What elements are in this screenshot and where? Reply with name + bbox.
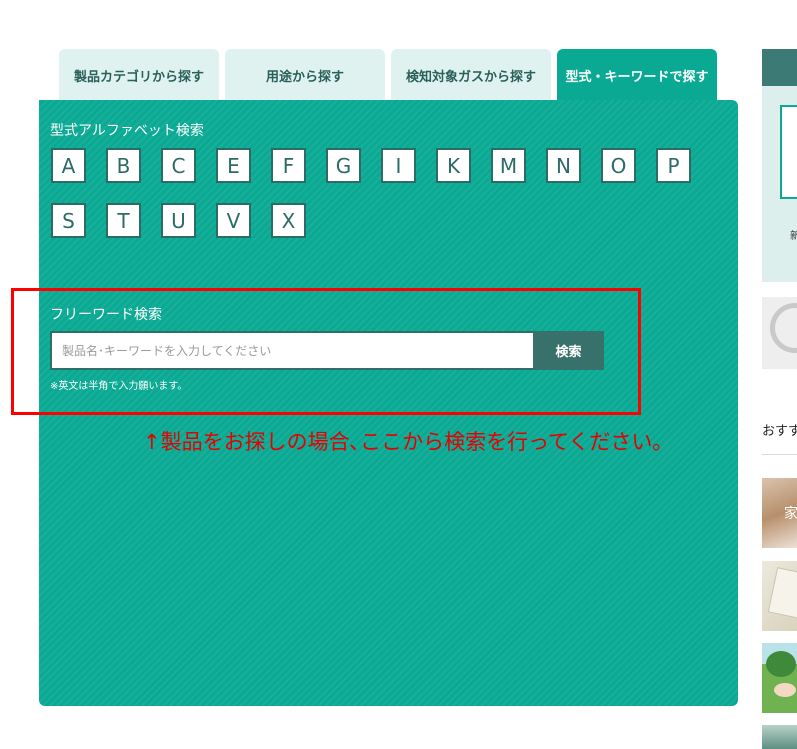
- tab-target-gas[interactable]: 検知対象ガスから探す: [391, 49, 551, 101]
- thumbnail-1-text: 家: [784, 506, 797, 522]
- letter-button-x[interactable]: X: [271, 203, 306, 238]
- search-button[interactable]: 検索: [533, 331, 604, 370]
- letter-button-u[interactable]: U: [161, 203, 196, 238]
- letter-button-g[interactable]: G: [326, 148, 361, 183]
- letter-button-s[interactable]: S: [51, 203, 86, 238]
- letter-button-i[interactable]: I: [381, 148, 416, 183]
- letter-button-f[interactable]: F: [271, 148, 306, 183]
- letter-button-k[interactable]: K: [436, 148, 471, 183]
- magnifier-icon: [770, 303, 797, 353]
- letter-button-v[interactable]: V: [216, 203, 251, 238]
- input-note: ※英文は半角で入力願います。: [50, 381, 188, 392]
- letter-button-p[interactable]: P: [656, 148, 691, 183]
- letter-button-t[interactable]: T: [106, 203, 141, 238]
- sidebar-banner-frame: [780, 105, 797, 199]
- thumbnail-3[interactable]: [762, 643, 797, 713]
- magnifier-banner[interactable]: [762, 297, 797, 369]
- sidebar-banner[interactable]: 新: [762, 49, 797, 282]
- tab-product-category[interactable]: 製品カテゴリから探す: [59, 49, 219, 101]
- letter-button-e[interactable]: E: [216, 148, 251, 183]
- thumbnail-4[interactable]: [762, 725, 797, 749]
- tree-icon: [766, 651, 796, 677]
- letter-button-c[interactable]: C: [161, 148, 196, 183]
- letter-button-o[interactable]: O: [601, 148, 636, 183]
- alphabet-search-title: 型式アルファベット検索: [50, 123, 204, 139]
- recommend-label: おすすめ: [762, 424, 797, 439]
- sidebar-banner-header: [762, 49, 797, 86]
- sidebar-banner-text: 新: [790, 231, 797, 242]
- divider: [762, 454, 797, 455]
- tab-usage[interactable]: 用途から探す: [225, 49, 385, 101]
- search-panel: 型式アルファベット検索 A B C E F G I K M N O P S T …: [39, 100, 738, 706]
- letter-button-n[interactable]: N: [546, 148, 581, 183]
- annotation-caption: ↑製品をお探しの場合､ここから検索を行ってください｡: [143, 430, 663, 454]
- freeword-search-title: フリーワード検索: [50, 307, 162, 323]
- thumbnail-1[interactable]: 家: [762, 478, 797, 548]
- document-icon: [767, 567, 797, 621]
- search-input[interactable]: [50, 331, 533, 370]
- letter-button-a[interactable]: A: [51, 148, 86, 183]
- tab-model-keyword[interactable]: 型式・キーワードで探す: [557, 49, 717, 101]
- animal-icon: [774, 683, 796, 697]
- thumbnail-2[interactable]: [762, 561, 797, 631]
- letter-button-b[interactable]: B: [106, 148, 141, 183]
- letter-button-m[interactable]: M: [491, 148, 526, 183]
